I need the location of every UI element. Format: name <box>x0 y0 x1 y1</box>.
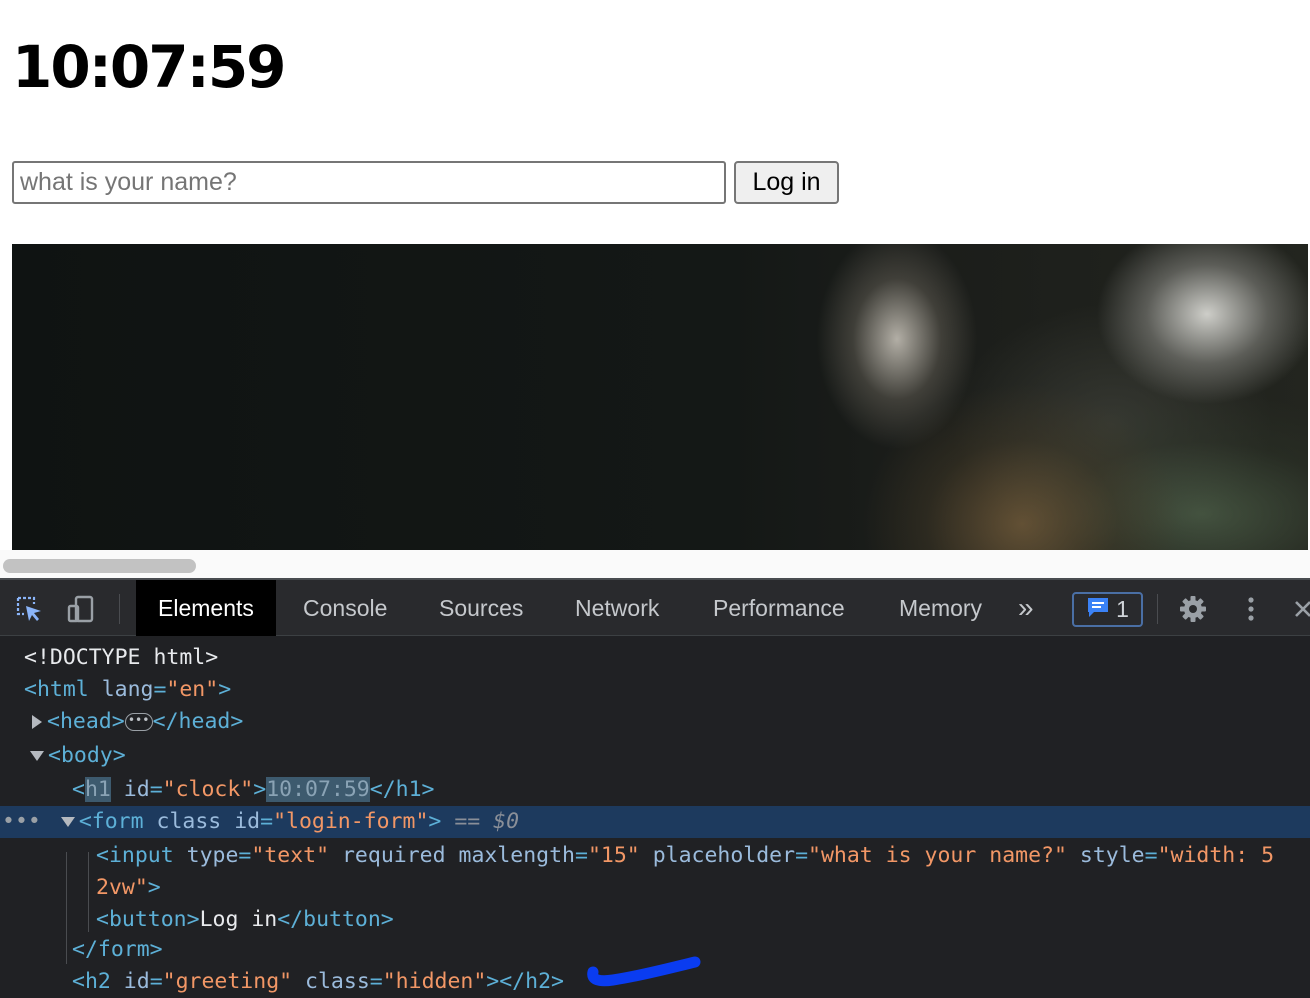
login-button[interactable]: Log in <box>734 161 839 204</box>
ellipsis-icon[interactable]: ••• <box>124 713 153 731</box>
form-close-tag: </form> <box>72 937 163 962</box>
head-close-tag: </head> <box>152 709 244 734</box>
h2-attr-class-value: "hidden" <box>382 969 487 994</box>
issues-count: 1 <box>1116 596 1129 622</box>
form-attr-id-value: "login-form" <box>273 809 429 834</box>
more-tabs-button[interactable]: » <box>1008 580 1044 636</box>
h2-tag: <h2 <box>72 969 111 994</box>
tab-sources[interactable]: Sources <box>417 580 545 636</box>
h2-attr-id-value: "greeting" <box>162 969 293 994</box>
input-attr-maxlength: maxlength <box>458 843 576 868</box>
expand-triangle-icon[interactable] <box>32 715 42 729</box>
blue-annotation-arrow-icon <box>587 956 701 987</box>
h2-attr-id: id <box>123 969 150 994</box>
h1-tag: h1 <box>84 777 111 802</box>
dom-node-doctype[interactable]: <!DOCTYPE html> <box>0 642 1310 674</box>
issues-icon <box>1086 595 1110 625</box>
dom-node-input[interactable]: <input type="text" required maxlength="1… <box>0 840 1310 872</box>
kebab-menu-icon[interactable] <box>1236 594 1266 624</box>
dom-node-form-selected[interactable]: ••• <form class id="login-form"> == $0 <box>0 806 1310 838</box>
button-text: Log in <box>199 907 278 932</box>
h1-close-tag: </h1> <box>369 777 435 802</box>
form-tag: <form <box>78 809 144 834</box>
body-open-tag: <body> <box>48 743 126 768</box>
input-attr-placeholder: placeholder <box>652 843 796 868</box>
dom-node-h1[interactable]: <h1 id="clock">10:07:59</h1> <box>0 774 1310 806</box>
h2-attr-class: class <box>305 969 370 994</box>
input-attr-maxlength-value: "15" <box>587 843 640 868</box>
input-attr-style: style <box>1079 843 1145 868</box>
devtools-toolbar: Elements Console Sources Network Perform… <box>0 580 1310 636</box>
close-icon[interactable] <box>1290 594 1310 624</box>
node-actions-icon[interactable]: ••• <box>0 809 41 834</box>
dom-node-body[interactable]: <body> <box>0 740 1310 772</box>
h1-attr-value: "clock" <box>162 777 254 802</box>
tab-performance[interactable]: Performance <box>691 580 867 636</box>
device-toolbar-icon[interactable] <box>66 594 96 624</box>
form-attr-class: class <box>156 809 222 834</box>
h1-text: 10:07:59 <box>266 777 370 802</box>
horizontal-scrollbar[interactable] <box>3 559 196 573</box>
page-viewport: 10:07:59 Log in <box>0 0 1310 578</box>
tab-network[interactable]: Network <box>553 580 681 636</box>
doctype-text: <!DOCTYPE html> <box>24 645 219 670</box>
input-attr-style-value: "width: 5 <box>1157 843 1275 868</box>
input-attr-placeholder-value: "what is your name?" <box>808 843 1067 868</box>
input-attr-style-value-cont: 2vw" <box>96 875 148 900</box>
toolbar-separator <box>1157 594 1158 624</box>
dom-tree: <!DOCTYPE html> <html lang="en"> <head> •… <box>0 636 1310 998</box>
input-attr-required: required <box>341 843 446 868</box>
inspect-element-icon[interactable] <box>14 594 44 624</box>
h1-attr: id <box>123 777 150 802</box>
tab-elements[interactable]: Elements <box>136 580 276 636</box>
toolbar-separator <box>119 594 120 624</box>
dom-node-button[interactable]: <button>Log in</button> <box>0 904 1310 936</box>
h2-close-tag: ></h2> <box>486 969 564 994</box>
page-bottom-area <box>0 550 1310 578</box>
background-photo <box>12 244 1308 550</box>
collapse-triangle-icon[interactable] <box>60 817 75 827</box>
tab-console[interactable]: Console <box>281 580 409 636</box>
html-attr-value: "en" <box>166 677 219 702</box>
tab-memory[interactable]: Memory <box>877 580 1004 636</box>
dom-node-input-wrap: 2vw"> <box>96 875 161 900</box>
collapse-triangle-icon[interactable] <box>30 751 44 761</box>
head-open-tag: <head> <box>47 709 125 734</box>
gear-icon[interactable] <box>1178 594 1208 624</box>
issues-badge[interactable]: 1 <box>1072 592 1143 627</box>
devtools-panel: Elements Console Sources Network Perform… <box>0 578 1310 998</box>
input-attr-type: type <box>186 843 239 868</box>
dom-node-head[interactable]: <head> ••• </head> <box>0 706 1310 738</box>
html-attr: lang <box>101 677 154 702</box>
html-tag: <html <box>24 677 89 702</box>
input-attr-type-value: "text" <box>251 843 330 868</box>
dom-node-html[interactable]: <html lang="en"> <box>0 674 1310 706</box>
button-close-tag: </button> <box>277 907 394 932</box>
form-attr-id: id <box>234 809 261 834</box>
input-tag: <input <box>96 843 174 868</box>
name-input[interactable] <box>12 161 726 204</box>
button-open-tag: <button> <box>96 907 200 932</box>
clock-heading: 10:07:59 <box>12 33 287 101</box>
selected-node-marker: == $0 <box>454 809 520 834</box>
